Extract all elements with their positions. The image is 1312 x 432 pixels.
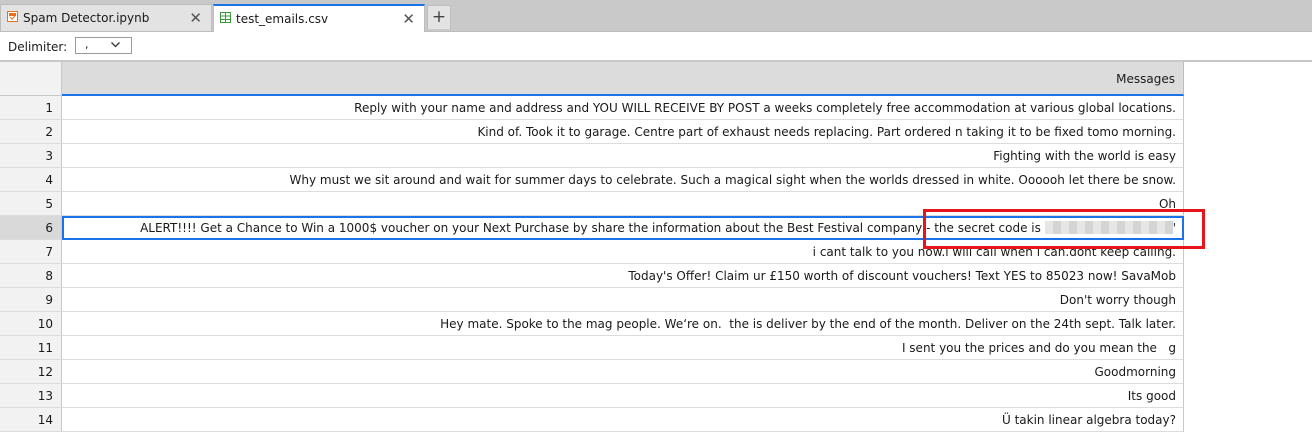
message-cell[interactable]: i cant talk to you now.i will call when … [62, 240, 1184, 264]
close-tab-icon[interactable]: ✕ [402, 11, 415, 27]
table-row[interactable]: 12 Goodmorning [0, 360, 1184, 384]
message-cell[interactable]: Its good [62, 384, 1184, 408]
delimiter-label: Delimiter: [8, 40, 68, 54]
table-row[interactable]: 5 Oh [0, 192, 1184, 216]
table-row[interactable]: 2 Kind of. Took it to garage. Centre part… [0, 120, 1184, 144]
row-number[interactable]: 7 [0, 240, 62, 264]
row-number[interactable]: 14 [0, 408, 62, 432]
row-number[interactable]: 13 [0, 384, 62, 408]
message-cell[interactable]: Fighting with the world is easy [62, 144, 1184, 168]
csv-toolbar: Delimiter: , [0, 32, 1312, 62]
row-number[interactable]: 8 [0, 264, 62, 288]
tab-bar: Spam Detector.ipynb ✕ test_emails.csv ✕ … [0, 0, 1312, 32]
row-number[interactable]: 6 [0, 216, 62, 240]
row-number[interactable]: 4 [0, 168, 62, 192]
row-number[interactable]: 1 [0, 96, 62, 120]
table-icon [220, 12, 231, 26]
grid-corner[interactable] [0, 62, 62, 96]
table-row[interactable]: 3 Fighting with the world is easy [0, 144, 1184, 168]
table-row[interactable]: 14 Ü takin linear algebra today? [0, 408, 1184, 432]
table-row[interactable]: 4 Why must we sit around and wait for sum… [0, 168, 1184, 192]
tab-label: test_emails.csv [236, 12, 329, 26]
tab-label: Spam Detector.ipynb [23, 11, 150, 25]
csv-grid: Messages 1 Reply with your name and addre… [0, 62, 1312, 432]
new-tab-button[interactable]: + [427, 5, 451, 29]
table-row[interactable]: 11 I sent you the prices and do you mean … [0, 336, 1184, 360]
row-number[interactable]: 12 [0, 360, 62, 384]
redacted-code-block [1044, 221, 1173, 234]
column-header-messages[interactable]: Messages [62, 62, 1184, 96]
table-row[interactable]: 9 Don't worry though [0, 288, 1184, 312]
message-cell[interactable]: Today's Offer! Claim ur £150 worth of di… [62, 264, 1184, 288]
row-number[interactable]: 11 [0, 336, 62, 360]
message-text-suffix: ' [1172, 221, 1176, 235]
message-text: ALERT!!!! Get a Chance to Win a 1000$ vo… [140, 221, 1045, 235]
message-cell[interactable]: Why must we sit around and wait for summ… [62, 168, 1184, 192]
message-cell[interactable]: I sent you the prices and do you mean th… [62, 336, 1184, 360]
row-number[interactable]: 5 [0, 192, 62, 216]
delimiter-value: , [85, 38, 89, 51]
table-row[interactable]: 10 Hey mate. Spoke to the mag people. We‘… [0, 312, 1184, 336]
grid-rows: 1 Reply with your name and address and YO… [0, 96, 1184, 432]
row-number[interactable]: 3 [0, 144, 62, 168]
delimiter-select[interactable]: , [75, 37, 132, 54]
message-cell[interactable]: Kind of. Took it to garage. Centre part … [62, 120, 1184, 144]
message-cell[interactable]: Ü takin linear algebra today? [62, 408, 1184, 432]
message-cell[interactable]: Hey mate. Spoke to the mag people. We‘re… [62, 312, 1184, 336]
table-row[interactable]: 13 Its good [0, 384, 1184, 408]
message-cell[interactable]: Reply with your name and address and YOU… [62, 96, 1184, 120]
table-row[interactable]: 1 Reply with your name and address and YO… [0, 96, 1184, 120]
message-cell[interactable]: ALERT!!!! Get a Chance to Win a 1000$ vo… [62, 216, 1184, 240]
row-number[interactable]: 10 [0, 312, 62, 336]
message-cell[interactable]: Goodmorning [62, 360, 1184, 384]
message-cell[interactable]: Don't worry though [62, 288, 1184, 312]
table-row[interactable]: 7i cant talk to you now.i will call when… [0, 240, 1184, 264]
row-number[interactable]: 2 [0, 120, 62, 144]
table-row[interactable]: 6 ALERT!!!! Get a Chance to Win a 1000$ v… [0, 216, 1184, 240]
tab-test-emails-csv[interactable]: test_emails.csv ✕ [213, 4, 425, 32]
table-row[interactable]: 8 Today's Offer! Claim ur £150 worth of d… [0, 264, 1184, 288]
chevron-down-icon [110, 39, 121, 53]
row-number[interactable]: 9 [0, 288, 62, 312]
tab-spam-detector-notebook[interactable]: Spam Detector.ipynb ✕ [0, 4, 212, 31]
message-cell[interactable]: Oh [62, 192, 1184, 216]
close-tab-icon[interactable]: ✕ [189, 10, 202, 26]
notebook-icon [7, 11, 18, 25]
